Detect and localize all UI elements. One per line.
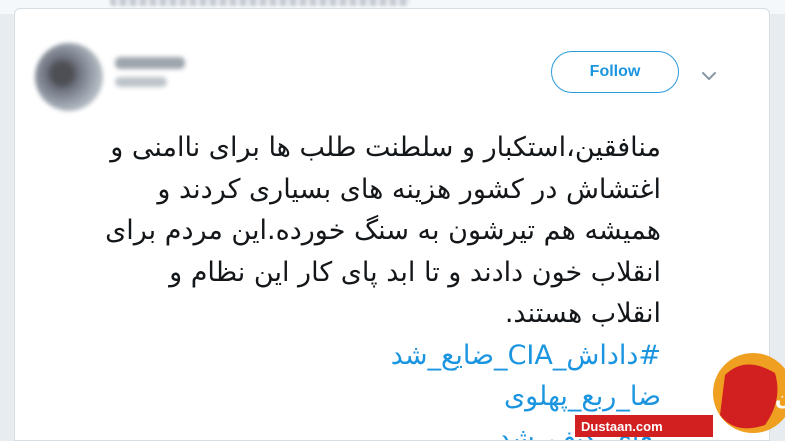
user-handle-blurred[interactable] bbox=[115, 77, 167, 87]
hashtag-link[interactable]: #داداش_CIA_ضایع_شد bbox=[45, 335, 661, 377]
tweet-text-line: انقلاب هستند. bbox=[504, 298, 661, 329]
tweet-text-line: انقلاب خون دادند و تا ابد پای کار این نظ… bbox=[169, 256, 661, 288]
hashtag-link[interactable]: ضا_ربع_پهلوی bbox=[45, 376, 661, 418]
tweet-text-line: منافقین،استکبار و سلطنت طلب ها برای ناام… bbox=[110, 132, 661, 163]
user-display-name-blurred[interactable] bbox=[115, 57, 185, 69]
avatar[interactable] bbox=[35, 43, 103, 111]
watermark-red-shape bbox=[720, 364, 778, 429]
hashtag-link[interactable]: ـعای_کنف_شد bbox=[45, 418, 661, 441]
chevron-down-icon[interactable] bbox=[698, 65, 720, 87]
tweet-text-line: همیشه هم تیرشون به سنگ خورده.این مردم بر… bbox=[105, 215, 661, 246]
tweet-text-line: اغتشاش در کشور هزینه های بسیاری کردند و bbox=[157, 173, 661, 205]
follow-button[interactable]: Follow bbox=[551, 51, 679, 93]
watermark-logo-text: مجله دوستان bbox=[775, 386, 785, 410]
watermark-logo: Dustaan.com مجله دوستان bbox=[575, 345, 785, 441]
tweet-text: منافقین،استکبار و سلطنت طلب ها برای ناام… bbox=[45, 127, 661, 441]
previous-tweet-blurred-text bbox=[110, 0, 410, 6]
watermark-site-text: Dustaan.com bbox=[581, 419, 663, 434]
